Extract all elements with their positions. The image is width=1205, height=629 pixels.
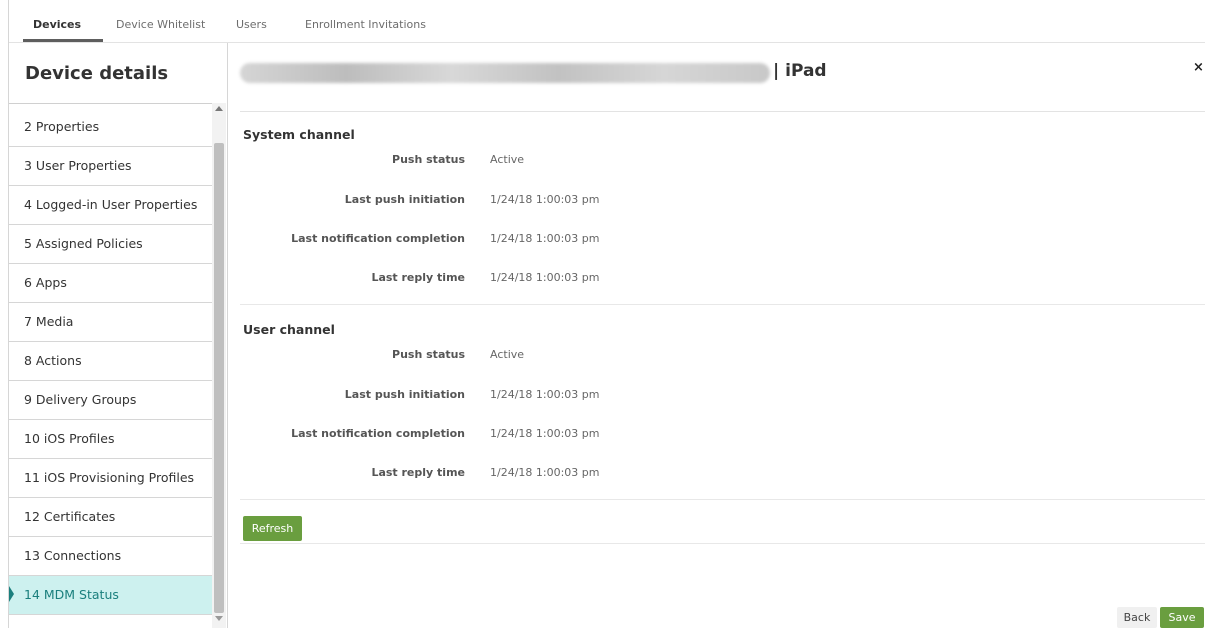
user-last-notification-completion-value: 1/24/18 1:00:03 pm	[490, 427, 600, 440]
scrollbar-thumb[interactable]	[214, 143, 224, 613]
sidebar-item-ios-provisioning-profiles[interactable]: 11 iOS Provisioning Profiles	[9, 459, 212, 498]
user-last-push-initiation-value: 1/24/18 1:00:03 pm	[490, 388, 600, 401]
system-last-push-initiation-label: Last push initiation	[344, 193, 465, 206]
section-divider	[240, 499, 1205, 500]
user-last-notification-completion-label: Last notification completion	[291, 427, 465, 440]
user-last-reply-time-label: Last reply time	[371, 466, 465, 479]
window-edge	[0, 0, 8, 628]
section-divider	[240, 543, 1205, 544]
sidebar-item-connections[interactable]: 13 Connections	[9, 537, 212, 576]
user-last-push-initiation-label: Last push initiation	[344, 388, 465, 401]
back-button[interactable]: Back	[1117, 607, 1157, 628]
active-tab-indicator	[23, 39, 103, 42]
system-push-status-value: Active	[490, 153, 525, 166]
top-tab-bar: Devices Device Whitelist Users Enrollmen…	[9, 8, 1205, 43]
sidebar-item-ios-profiles[interactable]: 10 iOS Profiles	[9, 420, 212, 459]
sidebar-item-mdm-status[interactable]: 14 MDM Status	[9, 576, 212, 615]
tab-users[interactable]: Users	[236, 18, 267, 31]
device-type-label: | iPad	[773, 61, 827, 81]
system-channel-title: System channel	[243, 127, 355, 142]
sidebar-item-delivery-groups[interactable]: 9 Delivery Groups	[9, 381, 212, 420]
sidebar-item-media[interactable]: 7 Media	[9, 303, 212, 342]
sidebar-item-properties[interactable]: 2 Properties	[9, 108, 212, 147]
system-last-push-initiation-value: 1/24/18 1:00:03 pm	[490, 193, 600, 206]
sidebar-item-user-properties[interactable]: 3 User Properties	[9, 147, 212, 186]
user-push-status-label: Push status	[392, 348, 465, 361]
tab-device-whitelist[interactable]: Device Whitelist	[116, 18, 205, 31]
sidebar-title: Device details	[25, 63, 169, 84]
close-icon[interactable]: ×	[1193, 60, 1204, 75]
sidebar-divider	[9, 103, 212, 104]
sidebar-scrollbar[interactable]	[212, 103, 226, 628]
tab-enrollment-invitations[interactable]: Enrollment Invitations	[305, 18, 426, 31]
refresh-button[interactable]: Refresh	[243, 516, 302, 541]
tab-devices[interactable]: Devices	[33, 18, 81, 31]
device-header: | iPad ×	[240, 55, 1205, 112]
system-last-reply-time-value: 1/24/18 1:00:03 pm	[490, 271, 600, 284]
scroll-up-arrow-icon[interactable]	[215, 106, 223, 111]
user-last-reply-time-value: 1/24/18 1:00:03 pm	[490, 466, 600, 479]
user-push-status-value: Active	[490, 348, 525, 361]
sidebar-item-actions[interactable]: 8 Actions	[9, 342, 212, 381]
system-last-reply-time-label: Last reply time	[371, 271, 465, 284]
sidebar-item-assigned-policies[interactable]: 5 Assigned Policies	[9, 225, 212, 264]
section-divider	[240, 304, 1205, 305]
sidebar-item-apps[interactable]: 6 Apps	[9, 264, 212, 303]
user-channel-title: User channel	[243, 322, 335, 337]
sidebar-list: 2 Properties 3 User Properties 4 Logged-…	[9, 108, 212, 615]
redacted-device-name	[240, 63, 770, 83]
scroll-down-arrow-icon[interactable]	[215, 616, 223, 621]
system-push-status-label: Push status	[392, 153, 465, 166]
system-last-notification-completion-value: 1/24/18 1:00:03 pm	[490, 232, 600, 245]
sidebar-item-certificates[interactable]: 12 Certificates	[9, 498, 212, 537]
sidebar-item-logged-in-user-properties[interactable]: 4 Logged-in User Properties	[9, 186, 212, 225]
system-last-notification-completion-label: Last notification completion	[291, 232, 465, 245]
device-details-sidebar: Device details 2 Properties 3 User Prope…	[9, 43, 228, 628]
save-button[interactable]: Save	[1160, 607, 1204, 628]
